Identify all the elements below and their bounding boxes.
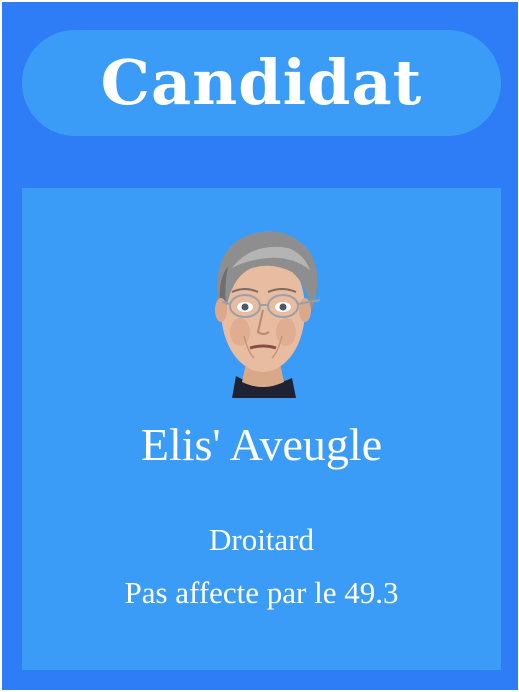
- caricature-portrait-icon: [215, 231, 321, 398]
- card-body: Elis' Aveugle Droitard Pas affecte par l…: [22, 188, 501, 670]
- candidate-card: Candidat Elis' Aveugle Droitard Pas affe…: [2, 2, 518, 690]
- card-header: Candidat: [22, 30, 501, 136]
- candidate-party: Droitard: [208, 522, 315, 557]
- card-title: Candidat: [100, 46, 423, 119]
- candidate-name: Elis' Aveugle: [140, 419, 383, 470]
- candidate-trait: Pas affecte par le 49.3: [124, 575, 399, 610]
